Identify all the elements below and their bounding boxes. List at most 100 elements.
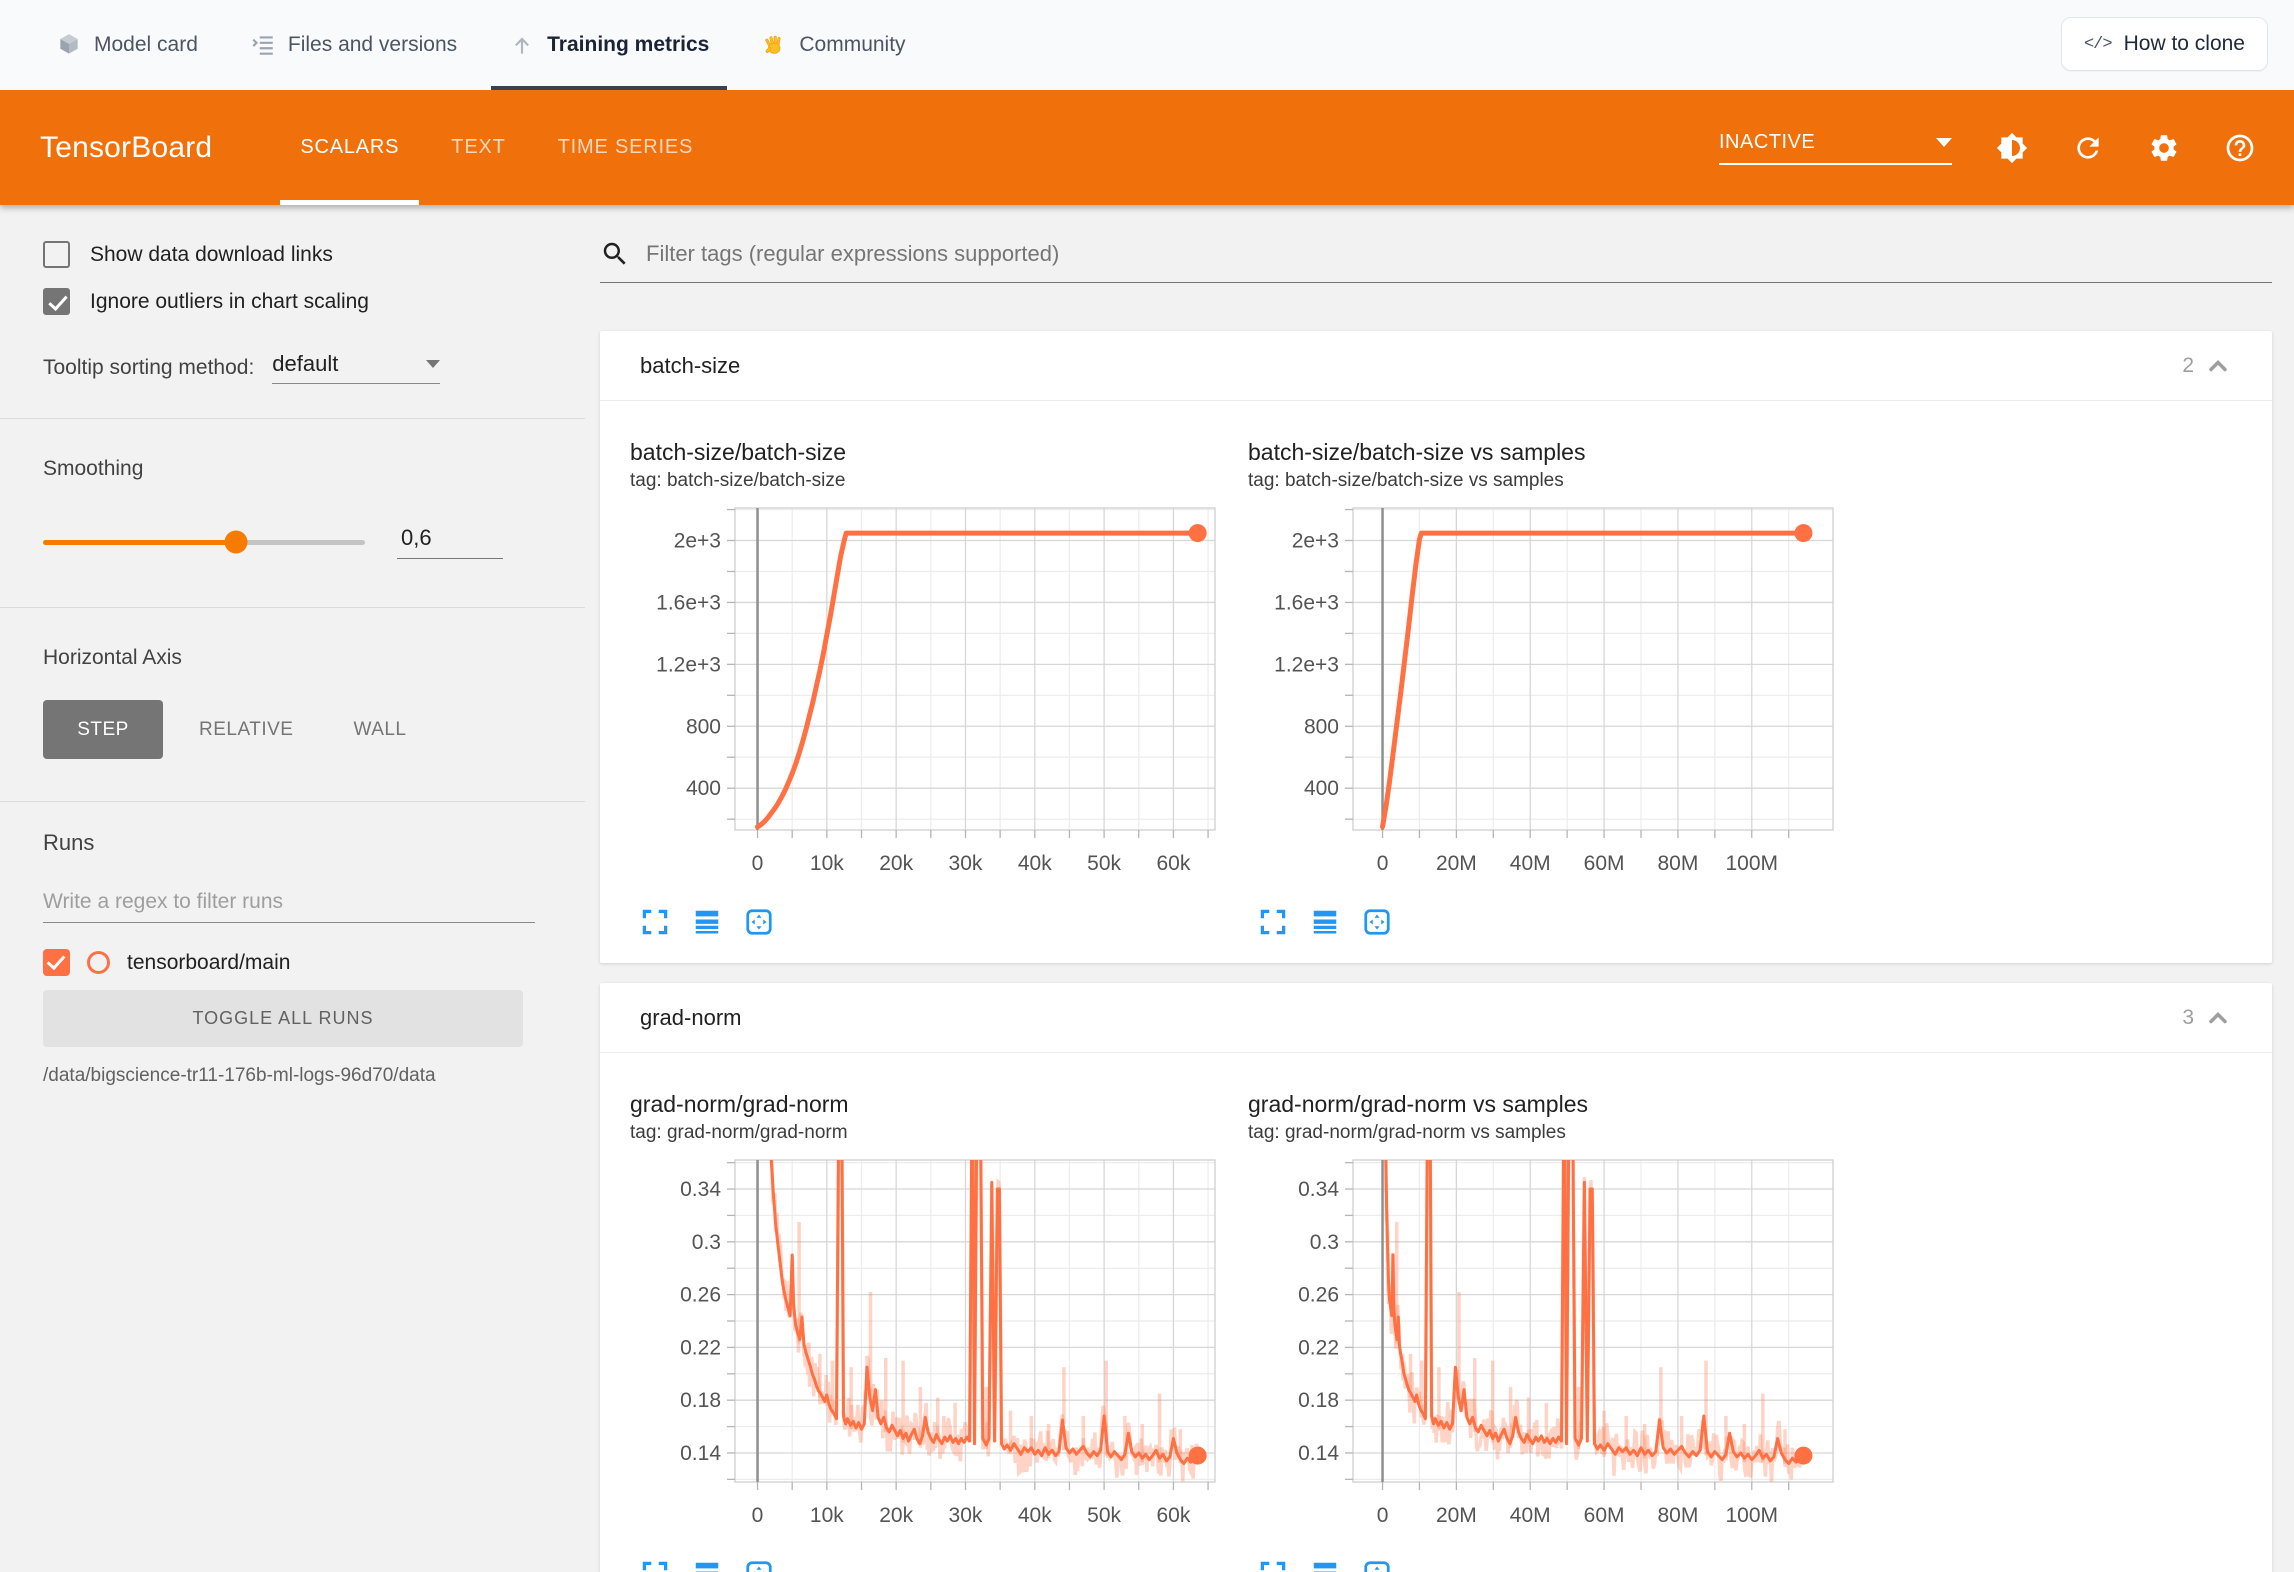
svg-text:80M: 80M (1657, 1504, 1698, 1527)
smoothing-slider[interactable] (43, 540, 365, 545)
svg-text:60k: 60k (1156, 852, 1190, 875)
line-chart-batch-size-steps[interactable]: 010k20k30k40k50k60k4008001.2e+31.6e+32e+… (630, 500, 1230, 898)
ignore-outliers-row[interactable]: Ignore outliers in chart scaling (43, 288, 535, 315)
axis-wall-button[interactable]: WALL (353, 719, 406, 741)
svg-text:0.26: 0.26 (680, 1284, 721, 1307)
fit-domain-icon[interactable] (744, 1559, 774, 1572)
log-scale-icon[interactable] (1310, 1559, 1340, 1572)
chart-tag: tag: batch-size/batch-size vs samples (1248, 470, 1866, 492)
how-to-clone-button[interactable]: </> How to clone (2061, 17, 2268, 71)
ignore-outliers-checkbox[interactable] (43, 288, 70, 315)
section-header-batch-size[interactable]: batch-size 2 (600, 331, 2272, 401)
svg-text:30k: 30k (949, 1504, 983, 1527)
section-title: batch-size (640, 353, 740, 379)
run-checkbox[interactable] (43, 949, 70, 976)
svg-text:80M: 80M (1657, 852, 1698, 875)
log-scale-icon[interactable] (692, 1559, 722, 1572)
tab-files-and-versions[interactable]: Files and versions (232, 0, 475, 90)
line-chart-grad-norm-steps[interactable]: 010k20k30k40k50k60k0.140.180.220.260.30.… (630, 1152, 1230, 1550)
chart-title: grad-norm/grad-norm vs samples (1248, 1091, 1866, 1118)
brightness-icon[interactable] (1996, 132, 2028, 164)
chart-title: batch-size/batch-size (630, 439, 1248, 466)
svg-text:400: 400 (1304, 777, 1339, 800)
tab-scalars[interactable]: SCALARS (274, 90, 425, 205)
files-icon (250, 32, 276, 58)
line-chart-grad-norm-samples[interactable]: 020M40M60M80M100M0.140.180.220.260.30.34 (1248, 1152, 1848, 1550)
chart-block-grad-norm-samples: grad-norm/grad-norm vs samples tag: grad… (1248, 1091, 1866, 1572)
svg-text:2e+3: 2e+3 (1292, 530, 1339, 553)
show-download-links-checkbox[interactable] (43, 241, 70, 268)
tensorboard-logo: TensorBoard (40, 131, 212, 165)
svg-text:0: 0 (1377, 1504, 1389, 1527)
tab-model-card[interactable]: Model card (38, 0, 216, 90)
log-scale-icon[interactable] (692, 907, 722, 937)
expand-chart-icon[interactable] (1258, 1559, 1288, 1572)
runs-filter-input[interactable] (43, 890, 535, 914)
section-card-grad-norm: grad-norm 3 grad-norm/grad-norm tag: gra… (600, 983, 2272, 1572)
section-collapse-control[interactable]: 2 (2182, 352, 2232, 380)
log-scale-icon[interactable] (1310, 907, 1340, 937)
tab-time-series[interactable]: TIME SERIES (532, 90, 720, 205)
line-chart-batch-size-samples[interactable]: 020M40M60M80M100M4008001.2e+31.6e+32e+3 (1248, 500, 1848, 898)
tab-files-label: Files and versions (288, 33, 457, 57)
status-value: INACTIVE (1719, 131, 1815, 154)
filter-tags-input[interactable] (646, 241, 2272, 267)
tab-model-card-label: Model card (94, 33, 198, 57)
svg-text:40k: 40k (1018, 1504, 1052, 1527)
svg-text:100M: 100M (1726, 852, 1779, 875)
section-header-grad-norm[interactable]: grad-norm 3 (600, 983, 2272, 1053)
chart-tag: tag: grad-norm/grad-norm (630, 1122, 1248, 1144)
chart-block-batch-size-steps: batch-size/batch-size tag: batch-size/ba… (630, 439, 1248, 937)
chevron-up-icon (2204, 1004, 2232, 1032)
svg-text:20M: 20M (1436, 852, 1477, 875)
settings-sidebar: Show data download links Ignore outliers… (0, 205, 585, 1572)
run-color-swatch-icon (87, 951, 110, 974)
dashboard-main: batch-size 2 batch-size/batch-size tag: … (585, 205, 2294, 1572)
runs-heading: Runs (43, 830, 535, 856)
fit-domain-icon[interactable] (1362, 1559, 1392, 1572)
reload-icon[interactable] (2072, 132, 2104, 164)
svg-text:0: 0 (752, 852, 764, 875)
chart-tag: tag: batch-size/batch-size (630, 470, 1248, 492)
expand-chart-icon[interactable] (640, 907, 670, 937)
axis-relative-button[interactable]: RELATIVE (199, 719, 293, 741)
code-icon: </> (2084, 35, 2112, 54)
chart-title: batch-size/batch-size vs samples (1248, 439, 1866, 466)
axis-step-button[interactable]: STEP (43, 700, 163, 759)
tab-training-metrics[interactable]: Training metrics (491, 0, 727, 90)
runs-data-path: /data/bigscience-tr11-176b-ml-logs-96d70… (43, 1065, 535, 1087)
expand-chart-icon[interactable] (640, 1559, 670, 1572)
show-download-links-label: Show data download links (90, 243, 333, 267)
toggle-all-runs-button[interactable]: TOGGLE ALL RUNS (43, 990, 523, 1047)
tooltip-sorting-dropdown[interactable]: default (272, 351, 440, 384)
help-icon[interactable] (2224, 132, 2256, 164)
settings-gear-icon[interactable] (2148, 132, 2180, 164)
smoothing-value-input[interactable]: 0,6 (397, 525, 503, 559)
filter-tags-field (600, 239, 2272, 283)
svg-text:0.34: 0.34 (680, 1178, 721, 1201)
svg-text:100M: 100M (1726, 1504, 1779, 1527)
section-collapse-control[interactable]: 3 (2182, 1004, 2232, 1032)
smoothing-slider-thumb[interactable] (225, 531, 248, 554)
run-row-tensorboard-main[interactable]: tensorboard/main (43, 949, 535, 976)
fit-domain-icon[interactable] (744, 907, 774, 937)
svg-text:60M: 60M (1584, 1504, 1625, 1527)
svg-text:0.34: 0.34 (1298, 1178, 1339, 1201)
svg-text:0.22: 0.22 (680, 1336, 721, 1359)
tooltip-sorting-value: default (272, 351, 338, 377)
expand-chart-icon[interactable] (1258, 907, 1288, 937)
smoothing-heading: Smoothing (43, 457, 535, 481)
svg-text:0.18: 0.18 (1298, 1389, 1339, 1412)
svg-text:0.18: 0.18 (680, 1389, 721, 1412)
metrics-icon (509, 32, 535, 58)
fit-domain-icon[interactable] (1362, 907, 1392, 937)
status-dropdown[interactable]: INACTIVE (1719, 131, 1952, 165)
chart-title: grad-norm/grad-norm (630, 1091, 1248, 1118)
tab-text[interactable]: TEXT (425, 90, 531, 205)
svg-text:50k: 50k (1087, 852, 1121, 875)
tab-community[interactable]: Community (743, 0, 923, 90)
show-download-links-row[interactable]: Show data download links (43, 241, 535, 268)
svg-text:50k: 50k (1087, 1504, 1121, 1527)
svg-text:40M: 40M (1510, 1504, 1551, 1527)
horizontal-axis-heading: Horizontal Axis (43, 646, 535, 670)
